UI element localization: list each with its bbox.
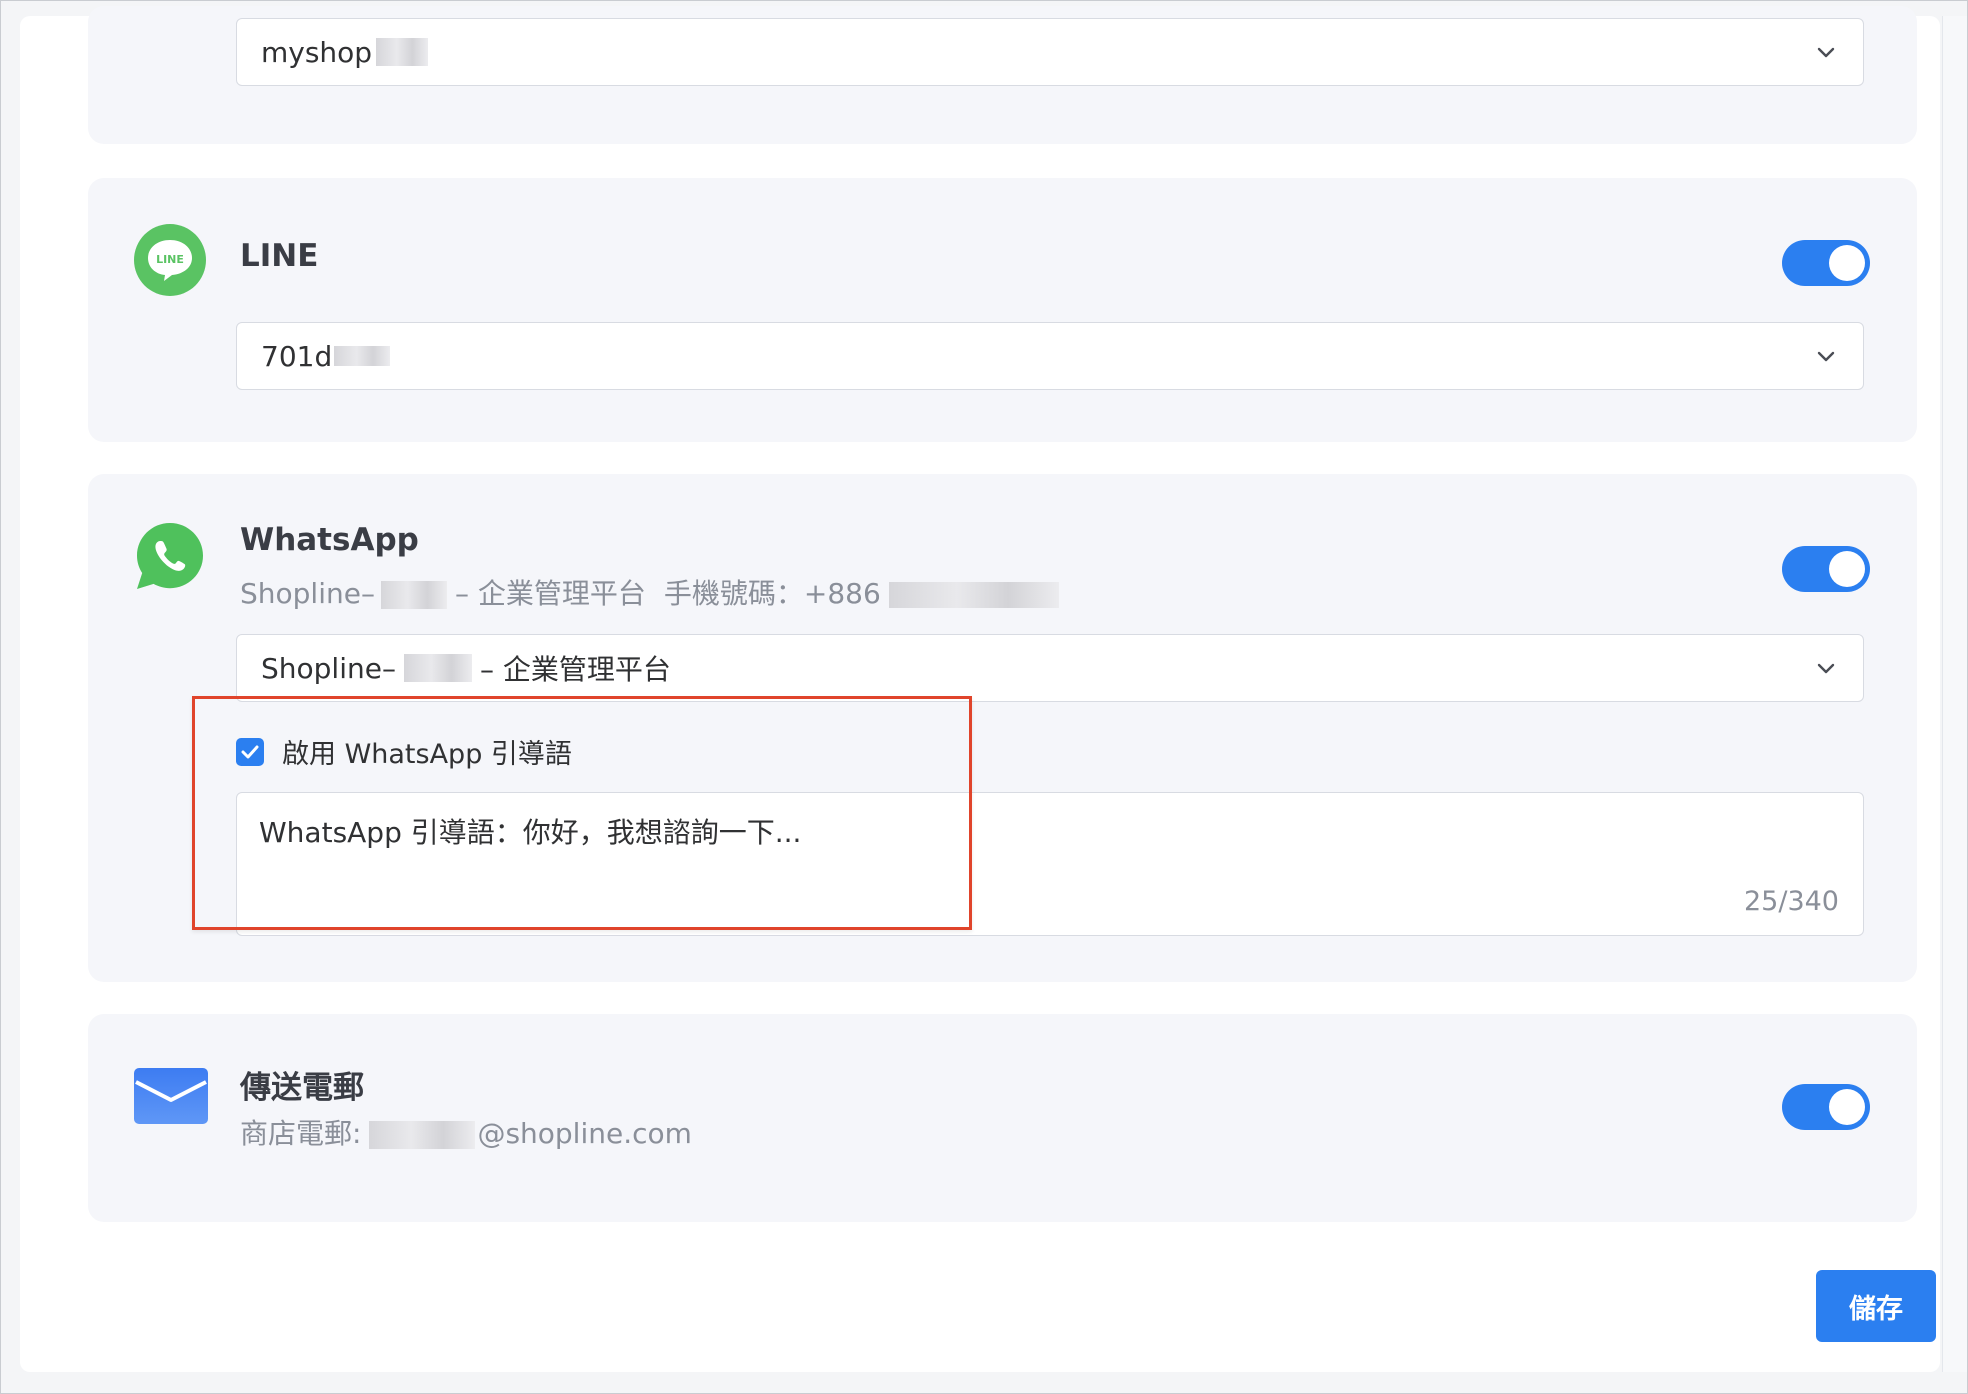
scrollbar-track[interactable]: [1942, 16, 1967, 1372]
redacted-block: [380, 581, 447, 609]
whatsapp-account-suffix: – 企業管理平台: [454, 577, 646, 610]
email-channel-card: 傳送電郵 商店電郵: @shopline.com: [88, 1014, 1917, 1222]
redacted-block: [403, 654, 472, 682]
email-enable-toggle[interactable]: [1782, 1084, 1870, 1130]
email-domain: @shopline.com: [477, 1117, 692, 1150]
whatsapp-greeting-counter: 25/340: [1744, 886, 1839, 917]
save-button[interactable]: 儲存: [1816, 1270, 1936, 1342]
toggle-knob: [1829, 1089, 1865, 1125]
line-icon: LINE: [134, 224, 206, 296]
top-channel-select[interactable]: myshop: [236, 18, 1864, 86]
email-subtitle: 商店電郵: @shopline.com: [240, 1112, 692, 1152]
whatsapp-select-prefix: Shopline–: [261, 651, 396, 685]
line-icon-text: LINE: [156, 253, 184, 266]
chevron-down-icon: [1817, 663, 1835, 674]
whatsapp-subtitle: Shopline– – 企業管理平台 手機號碼：+886: [240, 572, 1059, 612]
email-icon: [134, 1068, 208, 1124]
whatsapp-select-suffix: – 企業管理平台: [479, 653, 671, 686]
line-enable-toggle[interactable]: [1782, 240, 1870, 286]
toggle-knob: [1829, 245, 1865, 281]
email-title: 傳送電郵: [240, 1070, 364, 1106]
whatsapp-enable-toggle[interactable]: [1782, 546, 1870, 592]
redacted-block: [334, 346, 391, 366]
whatsapp-icon: [137, 523, 203, 589]
redacted-block: [376, 38, 429, 66]
channel-card-top: myshop: [88, 6, 1917, 144]
line-account-value: 701d: [261, 339, 333, 373]
annotation-highlight-box: [192, 696, 972, 930]
email-label: 商店電郵:: [240, 1117, 362, 1150]
settings-page: myshop LINE LINE 701d WhatsApp Shopline–…: [20, 6, 1940, 1372]
redacted-block: [369, 1121, 476, 1149]
whatsapp-account-select[interactable]: Shopline– – 企業管理平台: [236, 634, 1864, 702]
top-channel-value: myshop: [261, 35, 373, 69]
whatsapp-title: WhatsApp: [240, 522, 419, 558]
redacted-block: [888, 582, 1059, 608]
chevron-down-icon: [1817, 47, 1835, 58]
chevron-down-icon: [1817, 351, 1835, 362]
whatsapp-phone-label: 手機號碼：+886: [663, 577, 881, 610]
line-channel-card: LINE LINE 701d: [88, 178, 1917, 442]
line-account-select[interactable]: 701d: [236, 322, 1864, 390]
toggle-knob: [1829, 551, 1865, 587]
line-title: LINE: [240, 238, 319, 274]
whatsapp-account-prefix: Shopline–: [240, 577, 375, 610]
